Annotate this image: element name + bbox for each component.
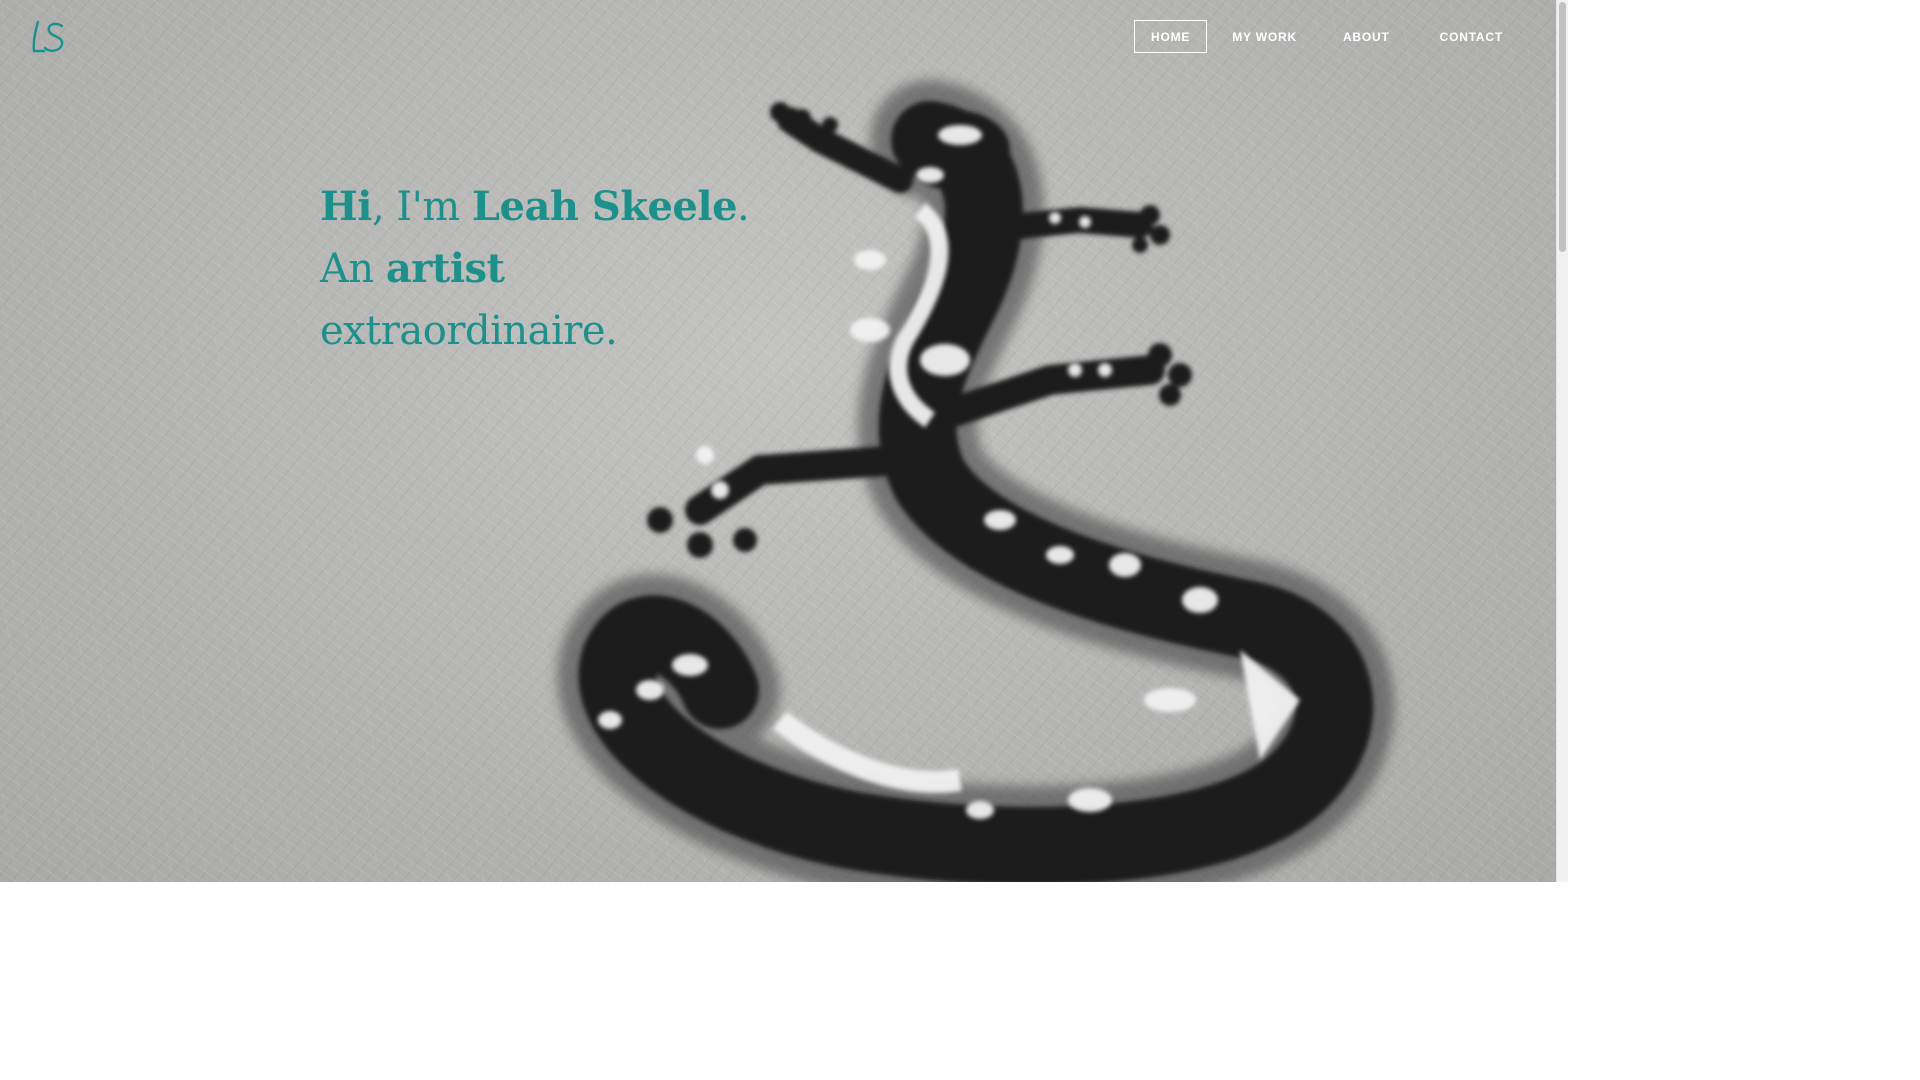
vertical-scrollbar[interactable] [1556, 0, 1568, 882]
headline-hi: Hi [320, 183, 373, 230]
headline-im: , I'm [372, 184, 472, 230]
nav-contact[interactable]: CONTACT [1419, 20, 1524, 53]
main-nav: HOME MY WORK ABOUT CONTACT [1126, 20, 1524, 53]
headline-artist: artist [385, 245, 505, 292]
nav-about[interactable]: ABOUT [1322, 20, 1411, 53]
hero-headline: Hi, I'm Leah Skeele. An artist extraordi… [320, 176, 750, 362]
headline-line-2: An artist [320, 238, 749, 300]
nav-home[interactable]: HOME [1134, 20, 1208, 53]
nav-my-work[interactable]: MY WORK [1215, 20, 1314, 53]
headline-an: An [320, 246, 386, 292]
headline-name: Leah Skeele [471, 183, 738, 230]
page: HOME MY WORK ABOUT CONTACT Hi, I'm Leah … [0, 0, 1568, 882]
scrollbar-thumb[interactable] [1559, 2, 1566, 252]
headline-line-1: Hi, I'm Leah Skeele. [320, 176, 750, 238]
headline-line-3: extraordinaire. [320, 308, 618, 354]
lizard-artwork [557, 80, 1395, 882]
headline-period: . [737, 184, 750, 230]
logo-icon[interactable] [30, 18, 70, 56]
